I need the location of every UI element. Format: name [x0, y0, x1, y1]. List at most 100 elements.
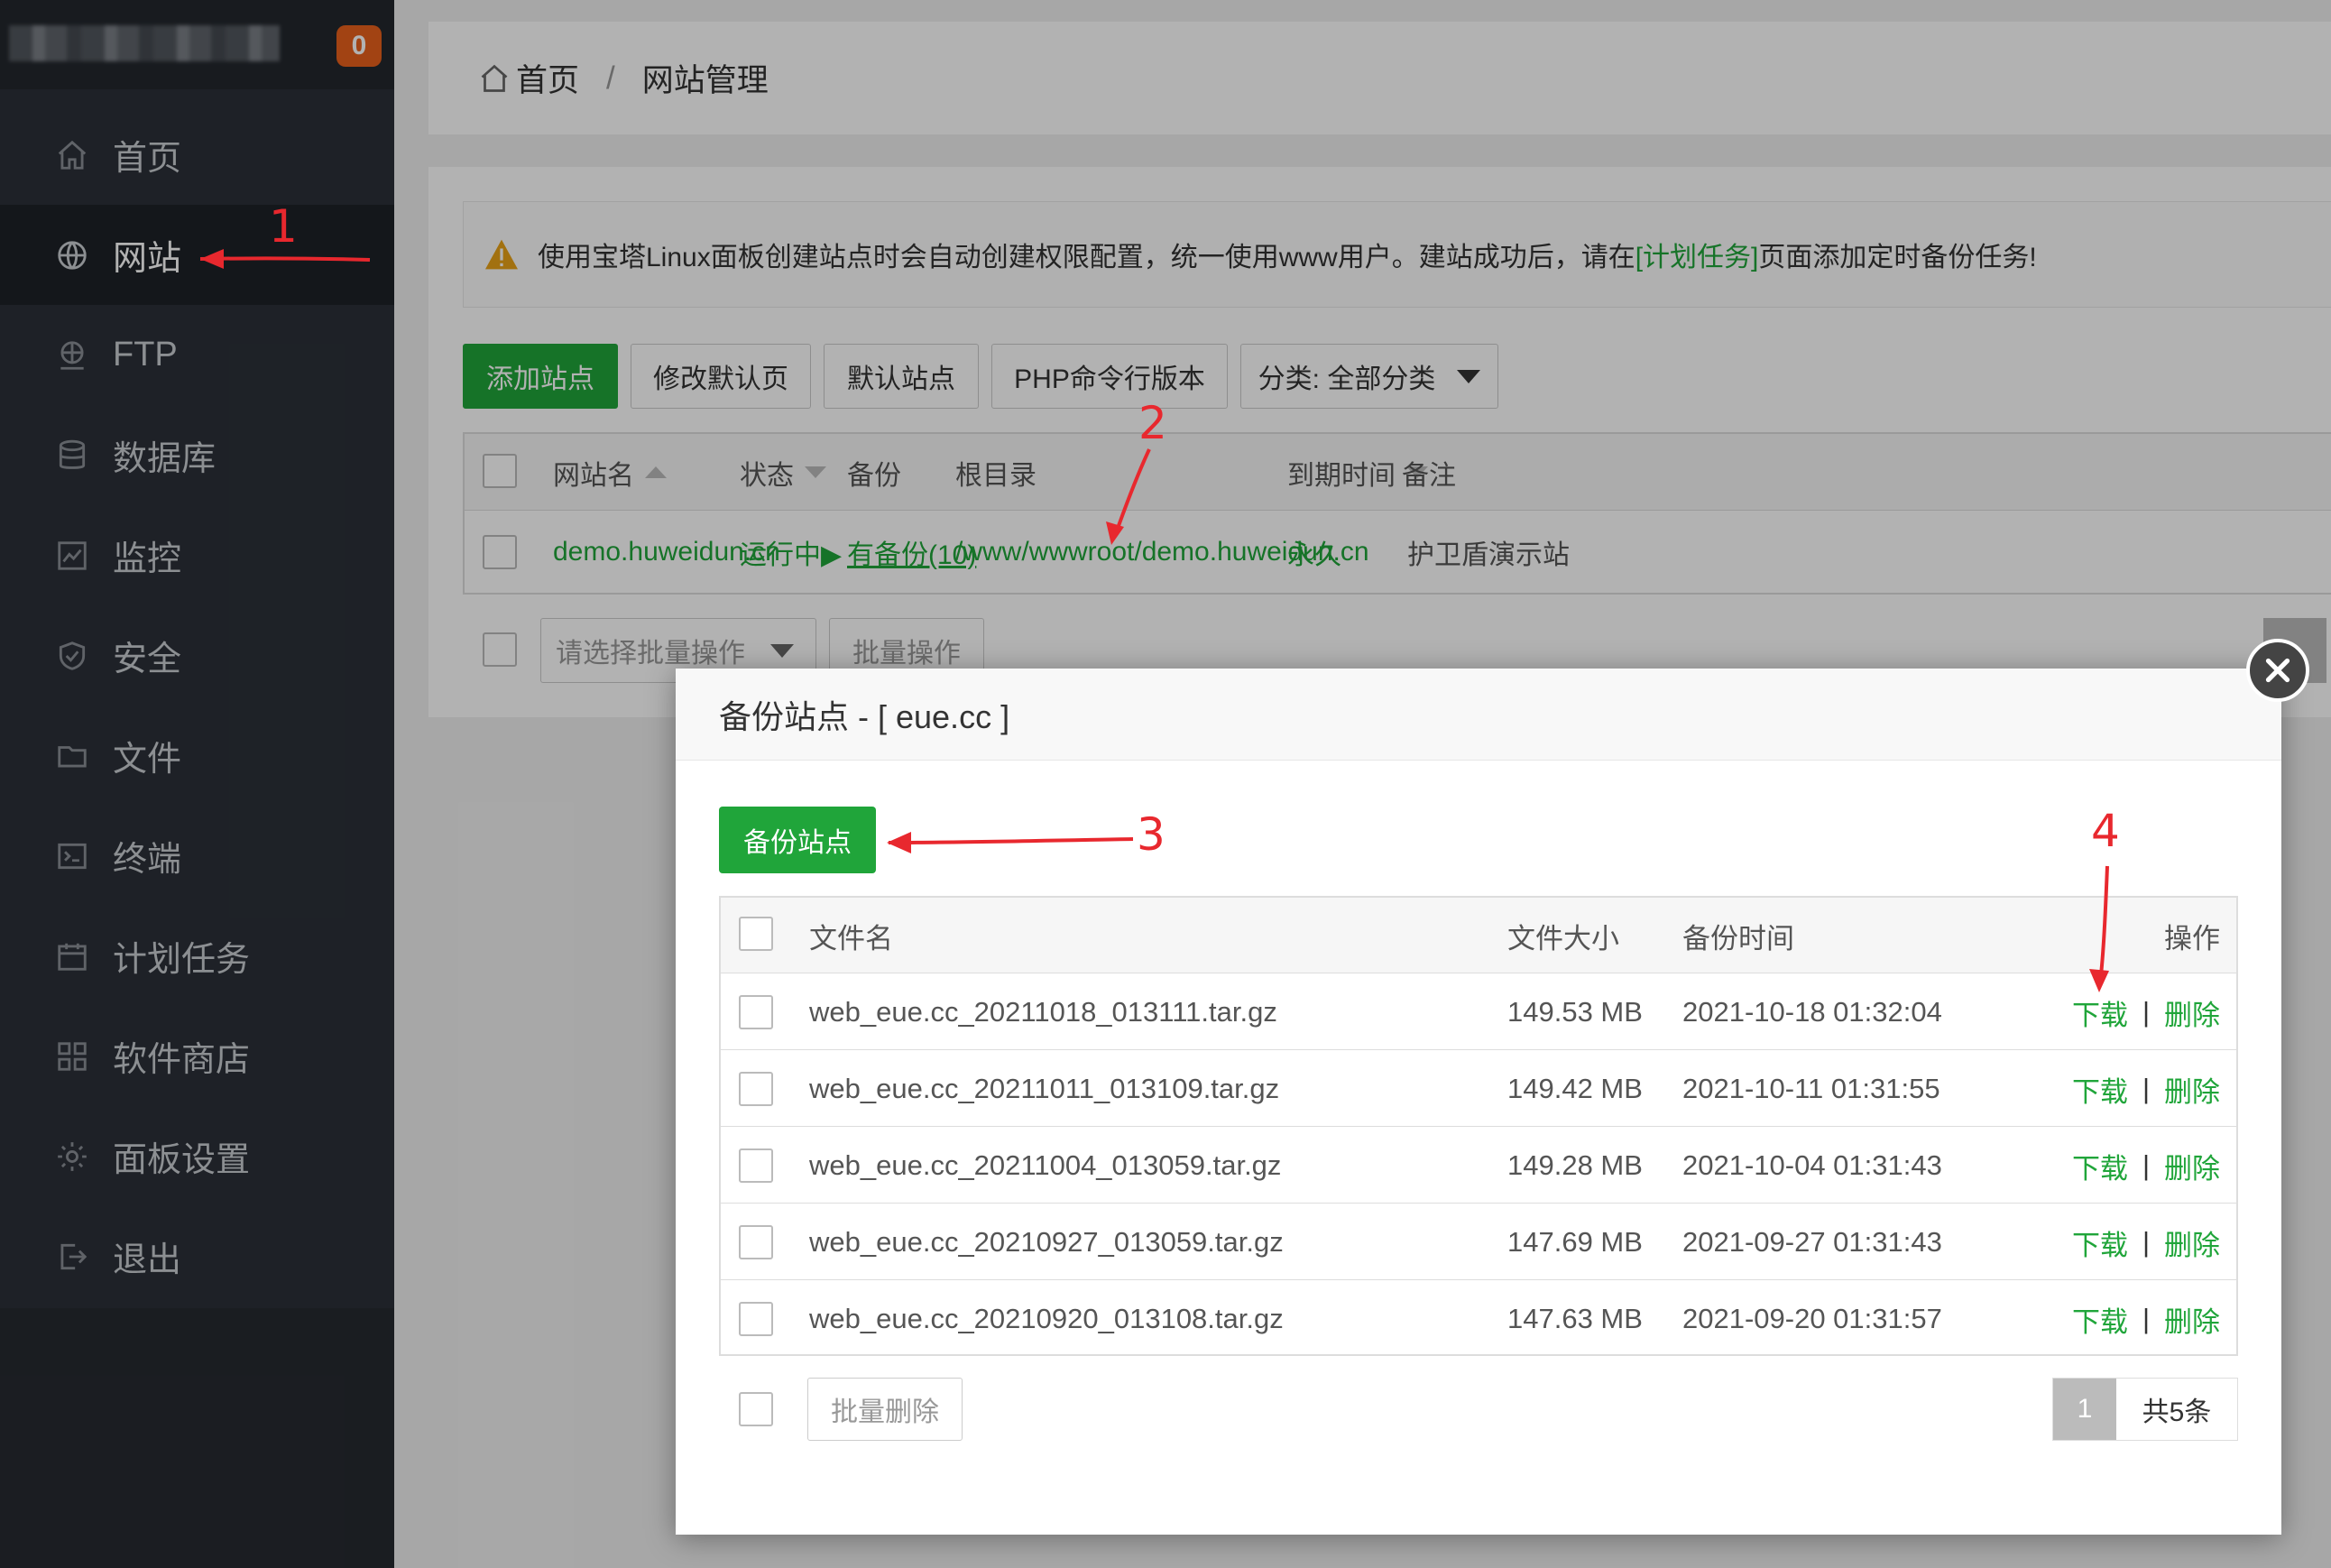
col-action: 操作	[2164, 922, 2220, 955]
delete-link[interactable]: 删除	[2164, 1222, 2220, 1263]
download-link[interactable]: 下载	[2072, 1146, 2128, 1186]
col-status[interactable]: 状态	[740, 434, 826, 511]
folder-icon	[54, 738, 90, 774]
site-table: 网站名 状态 备份 根目录 到期时间 备注 demo.huweidun.cn 运…	[463, 432, 2331, 595]
col-site-name[interactable]: 网站名	[553, 434, 667, 511]
batch-delete-button[interactable]: 批量删除	[807, 1378, 963, 1441]
home-icon	[54, 137, 90, 173]
sidebar-item-terminal[interactable]: 终端	[0, 806, 394, 906]
row-checkbox[interactable]	[739, 1072, 773, 1106]
sidebar-item-files[interactable]: 文件	[0, 706, 394, 806]
sidebar-item-cron[interactable]: 计划任务	[0, 906, 394, 1006]
sidebar-item-label: 首页	[113, 140, 182, 178]
sidebar-item-home[interactable]: 首页	[0, 105, 394, 205]
php-cli-version-button[interactable]: PHP命令行版本	[991, 344, 1228, 409]
sidebar-item-label: 终端	[113, 841, 182, 879]
sidebar-item-database[interactable]: 数据库	[0, 405, 394, 505]
modal-title: 备份站点 - [ eue.cc ]	[676, 669, 2281, 761]
sidebar-item-logout[interactable]: 退出	[0, 1206, 394, 1306]
add-site-button[interactable]: 添加站点	[463, 344, 618, 409]
download-link[interactable]: 下载	[2072, 1222, 2128, 1263]
apps-grid-icon	[54, 1038, 90, 1075]
annotation-number-3: 3	[1137, 808, 1166, 861]
monitor-icon	[54, 538, 90, 574]
notice-text-end: 页面添加定时备份任务!	[1758, 243, 2037, 272]
backup-size: 149.42 MB	[1507, 1073, 1643, 1104]
notice-text: 使用宝塔Linux面板创建站点时会自动创建权限配置，统一使用www用户。建站成功…	[538, 243, 1635, 272]
sidebar-item-monitor[interactable]: 监控	[0, 505, 394, 605]
download-link[interactable]: 下载	[2072, 1069, 2128, 1110]
sort-asc-icon	[645, 466, 667, 478]
note-value[interactable]: 护卫盾演示站	[1407, 512, 1570, 593]
status-running[interactable]: 运行中▶	[740, 512, 842, 593]
row-checkbox[interactable]	[739, 1302, 773, 1336]
category-select-label: 分类: 全部分类	[1258, 364, 1436, 394]
sidebar-item-label: 网站	[113, 240, 182, 278]
site-management-panel: 使用宝塔Linux面板创建站点时会自动创建权限配置，统一使用www用户。建站成功…	[428, 167, 2331, 717]
backup-filename: web_eue.cc_20211011_013109.tar.gz	[809, 1073, 1280, 1104]
database-icon	[54, 438, 90, 474]
select-all-checkbox[interactable]	[483, 454, 517, 488]
sidebar-item-panel-settings[interactable]: 面板设置	[0, 1106, 394, 1206]
page-number[interactable]: 1	[2053, 1379, 2116, 1440]
logout-icon	[54, 1239, 90, 1275]
modal-close-button[interactable]	[2246, 639, 2309, 702]
backup-modal: 备份站点 - [ eue.cc ] 备份站点 文件名 文件大小 备份时间 操作 …	[676, 669, 2281, 1535]
batch-select-placeholder: 请选择批量操作	[556, 639, 745, 669]
table-row: demo.huweidun.cn 运行中▶ 有备份(10) /www/wwwro…	[465, 512, 2331, 593]
default-site-button[interactable]: 默认站点	[824, 344, 979, 409]
annotation-number-2: 2	[1138, 397, 1167, 449]
backup-size: 147.69 MB	[1507, 1226, 1643, 1258]
action-separator: |	[2142, 1073, 2150, 1104]
action-separator: |	[2142, 1149, 2150, 1181]
notice-bar: 使用宝塔Linux面板创建站点时会自动创建权限配置，统一使用www用户。建站成功…	[463, 201, 2331, 308]
col-backup: 备份	[847, 460, 901, 491]
delete-link[interactable]: 删除	[2164, 1299, 2220, 1340]
row-checkbox[interactable]	[739, 1148, 773, 1183]
breadcrumb: 首页 / 网站管理	[428, 22, 2331, 134]
row-checkbox[interactable]	[739, 995, 773, 1029]
download-link[interactable]: 下载	[2072, 992, 2128, 1033]
download-link[interactable]: 下载	[2072, 1299, 2128, 1340]
sidebar-header: 0	[0, 0, 394, 89]
col-root: 根目录	[955, 460, 1037, 491]
calendar-icon	[54, 938, 90, 974]
sidebar-item-label: 文件	[113, 741, 182, 779]
breadcrumb-home[interactable]: 首页	[516, 55, 579, 101]
delete-link[interactable]: 删除	[2164, 1069, 2220, 1110]
sidebar-item-website[interactable]: 网站	[0, 205, 394, 305]
table-row: web_eue.cc_20211004_013059.tar.gz 149.28…	[721, 1128, 2236, 1204]
batch-delete-checkbox[interactable]	[739, 1392, 773, 1426]
cron-link[interactable]: [计划任务]	[1635, 235, 1759, 274]
delete-link[interactable]: 删除	[2164, 992, 2220, 1033]
row-actions: 下载 | 删除	[2072, 1051, 2220, 1127]
sidebar-item-label: 数据库	[113, 440, 217, 478]
backup-site-button[interactable]: 备份站点	[719, 807, 876, 873]
action-separator: |	[2142, 1226, 2150, 1258]
sidebar-item-label: 面板设置	[113, 1141, 251, 1179]
row-checkbox[interactable]	[739, 1225, 773, 1259]
terminal-icon	[54, 838, 90, 874]
breadcrumb-separator: /	[606, 60, 615, 96]
notification-badge[interactable]: 0	[336, 25, 382, 67]
select-all-checkbox[interactable]	[739, 917, 773, 951]
backup-time: 2021-10-04 01:31:43	[1682, 1149, 1942, 1181]
row-checkbox[interactable]	[483, 535, 517, 569]
sidebar-item-label: FTP	[113, 336, 178, 374]
col-size: 文件大小	[1507, 922, 1619, 955]
caret-down-icon	[770, 643, 794, 658]
expire-value[interactable]: 永久	[1287, 512, 1341, 593]
pagination: 1 共5条	[2052, 1378, 2238, 1441]
sidebar-item-security[interactable]: 安全	[0, 605, 394, 706]
batch-select-checkbox[interactable]	[483, 632, 517, 667]
sidebar-item-label: 安全	[113, 641, 182, 678]
edit-default-page-button[interactable]: 修改默认页	[631, 344, 811, 409]
row-actions: 下载 | 删除	[2072, 974, 2220, 1050]
sidebar-item-label: 退出	[113, 1241, 182, 1279]
col-note: 备注	[1402, 460, 1456, 491]
sort-desc-icon	[805, 466, 826, 478]
category-select[interactable]: 分类: 全部分类	[1240, 344, 1498, 409]
sidebar-item-app-store[interactable]: 软件商店	[0, 1006, 394, 1106]
sidebar-item-ftp[interactable]: FTP	[0, 305, 394, 405]
delete-link[interactable]: 删除	[2164, 1146, 2220, 1186]
